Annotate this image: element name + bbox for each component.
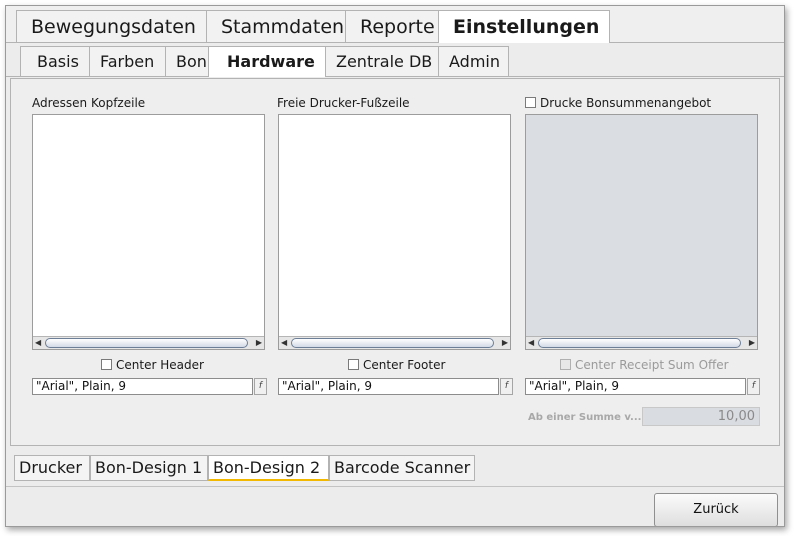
sum-offer-font-picker-button[interactable]: f — [747, 378, 760, 395]
center-footer-checkbox[interactable]: Center Footer — [348, 358, 445, 372]
checkbox-label: Center Header — [116, 358, 204, 372]
scroll-thumb — [538, 338, 741, 348]
tab-bon-design-1[interactable]: Bon-Design 1 — [90, 455, 208, 481]
scroll-thumb[interactable] — [291, 338, 494, 348]
sum-offer-textarea: ◀ ▶ — [525, 114, 758, 350]
subtab-label: Admin — [449, 52, 500, 71]
subtab-farben[interactable]: Farben — [89, 46, 166, 76]
checkbox-box[interactable] — [101, 359, 112, 370]
subtab-zentrale-db[interactable]: Zentrale DB — [325, 46, 439, 76]
tab-bewegungsdaten[interactable]: Bewegungsdaten — [16, 10, 207, 42]
tab-label: Bewegungsdaten — [31, 16, 196, 38]
subtab-label: Zentrale DB — [336, 52, 433, 71]
tab-label: Bon-Design 1 — [95, 458, 203, 477]
scroll-thumb[interactable] — [45, 338, 248, 348]
sum-threshold-field: 10,00 — [642, 407, 760, 426]
scroll-left-arrow-icon[interactable]: ◀ — [35, 338, 41, 347]
print-sum-offer-checkbox[interactable]: Drucke Bonsummenangebot — [525, 96, 711, 110]
tab-label: Einstellungen — [453, 16, 600, 38]
tab-stammdaten[interactable]: Stammdaten — [206, 10, 346, 42]
subtab-admin[interactable]: Admin — [438, 46, 509, 76]
subtab-label: Farben — [100, 52, 155, 71]
scroll-right-arrow-icon[interactable]: ▶ — [502, 338, 508, 347]
tab-label: Barcode Scanner — [334, 458, 471, 477]
scroll-left-arrow-icon: ◀ — [528, 338, 535, 347]
footer-bar: Zurück — [6, 486, 784, 526]
checkbox-label: Drucke Bonsummenangebot — [540, 96, 712, 110]
tab-bon-design-2[interactable]: Bon-Design 2 — [208, 455, 329, 481]
checkbox-box — [560, 359, 571, 370]
tab-drucker[interactable]: Drucker — [14, 455, 90, 481]
tab-label: Reporte — [360, 16, 435, 38]
footer-free-textarea[interactable]: ◀ ▶ — [278, 114, 511, 350]
tab-label: Drucker — [19, 458, 82, 477]
scroll-right-arrow-icon: ▶ — [748, 338, 755, 347]
subtab-basis[interactable]: Basis — [20, 46, 90, 76]
hardware-panel: Adressen Kopfzeile ◀ ▶ Center Header "Ar… — [10, 78, 780, 446]
header-font-field[interactable]: "Arial", Plain, 9 — [32, 378, 253, 395]
footer-font-picker-button[interactable]: f — [500, 378, 513, 395]
subtab-label: Bon — [176, 52, 207, 71]
tab-einstellungen[interactable]: Einstellungen — [438, 10, 610, 43]
checkbox-label: Center Footer — [363, 358, 446, 372]
tab-barcode-scanner[interactable]: Barcode Scanner — [329, 455, 475, 481]
header-address-label: Adressen Kopfzeile — [32, 96, 146, 110]
main-tab-bar: Bewegungsdaten Stammdaten Reporte Einste… — [6, 6, 784, 43]
settings-window: Bewegungsdaten Stammdaten Reporte Einste… — [5, 5, 785, 527]
tab-label: Bon-Design 2 — [213, 458, 321, 477]
settings-sub-tab-bar: Basis Farben Bon Hardware Zentrale DB Ad… — [6, 44, 784, 77]
horizontal-scrollbar[interactable]: ◀ ▶ — [279, 336, 510, 349]
header-font-picker-button[interactable]: f — [254, 378, 267, 395]
tab-reporte[interactable]: Reporte — [345, 10, 447, 42]
horizontal-scrollbar: ◀ ▶ — [526, 336, 757, 349]
sum-offer-font-field[interactable]: "Arial", Plain, 9 — [525, 378, 746, 395]
center-header-checkbox[interactable]: Center Header — [101, 358, 204, 372]
back-button[interactable]: Zurück — [654, 493, 778, 526]
scroll-left-arrow-icon[interactable]: ◀ — [281, 338, 287, 347]
checkbox-label: Center Receipt Sum Offer — [575, 358, 729, 372]
checkbox-box[interactable] — [348, 359, 359, 370]
subtab-hardware[interactable]: Hardware — [208, 46, 326, 77]
scroll-right-arrow-icon[interactable]: ▶ — [256, 338, 262, 347]
header-address-textarea[interactable]: ◀ ▶ — [32, 114, 265, 350]
subtab-label: Basis — [37, 52, 79, 71]
tab-label: Stammdaten — [221, 16, 345, 38]
checkbox-box[interactable] — [525, 97, 536, 108]
sum-threshold-label: Ab einer Summe v... — [528, 412, 642, 423]
subtab-label: Hardware — [227, 52, 315, 71]
subtab-bon[interactable]: Bon — [165, 46, 213, 76]
horizontal-scrollbar[interactable]: ◀ ▶ — [33, 336, 264, 349]
center-sum-offer-checkbox: Center Receipt Sum Offer — [560, 358, 729, 372]
footer-free-label: Freie Drucker-Fußzeile — [277, 96, 410, 110]
footer-font-field[interactable]: "Arial", Plain, 9 — [278, 378, 499, 395]
